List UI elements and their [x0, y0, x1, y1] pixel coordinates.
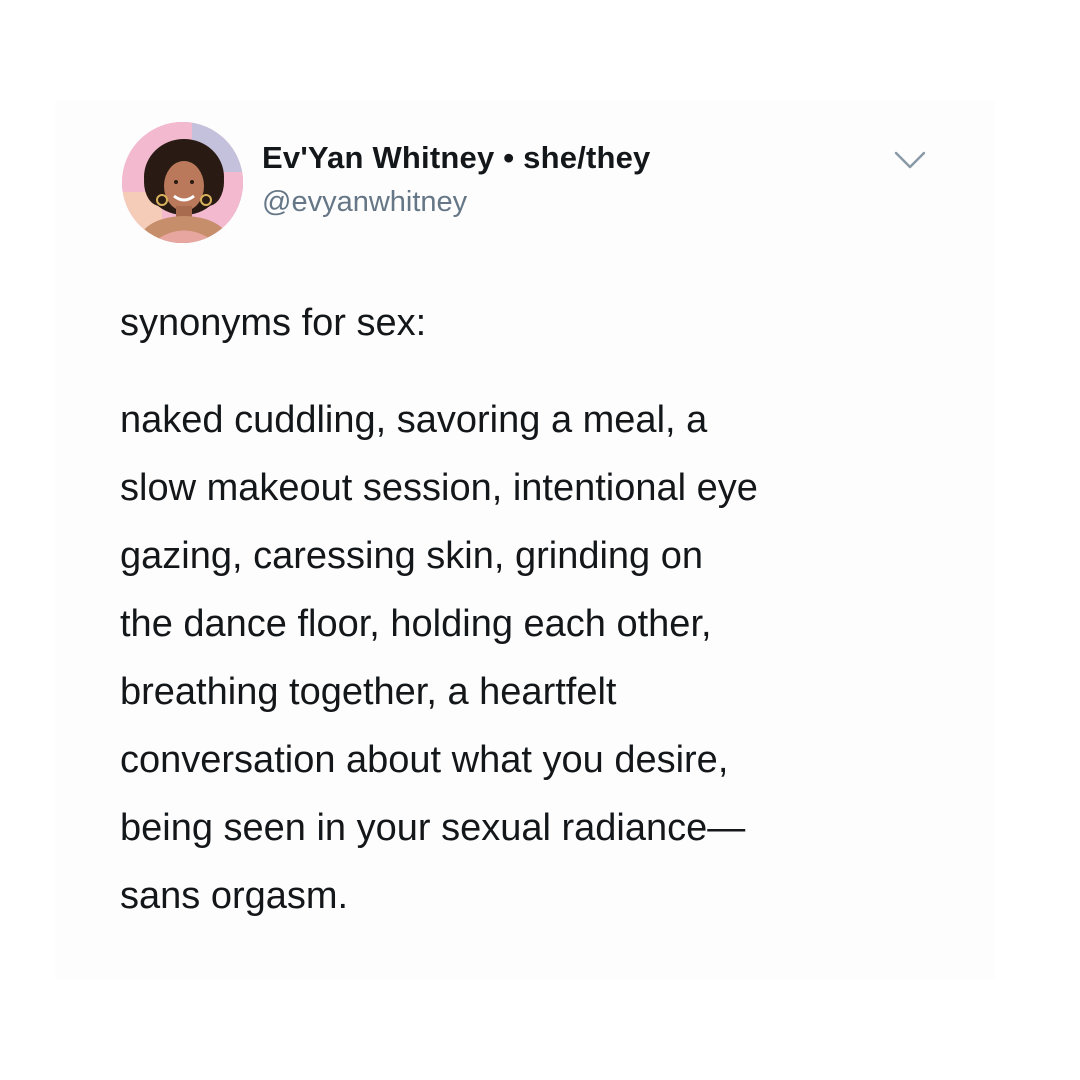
tweet-menu-button[interactable] — [893, 148, 927, 172]
tweet-intro-text: synonyms for sex: — [120, 302, 427, 344]
profile-photo-icon — [122, 122, 243, 243]
tweet-line: breathing together, a heartfelt — [120, 671, 617, 713]
author-name: Ev'Yan Whitney — [262, 140, 495, 175]
author-display-name[interactable]: Ev'Yan Whitney • she/they — [262, 140, 651, 176]
tweet-line: the dance floor, holding each other, — [120, 603, 712, 645]
chevron-down-icon — [894, 151, 926, 169]
tweet-line: being seen in your sexual radiance— — [120, 807, 746, 849]
name-separator: • — [503, 140, 515, 175]
tweet-body: naked cuddling, savoring a meal, a slow … — [120, 386, 980, 930]
tweet-line: gazing, caressing skin, grinding on — [120, 535, 704, 577]
tweet-line: conversation about what you desire, — [120, 739, 729, 781]
avatar[interactable] — [122, 122, 243, 243]
tweet-line: sans orgasm. — [120, 875, 349, 917]
tweet-line: slow makeout session, intentional eye — [120, 467, 758, 509]
author-pronouns: she/they — [523, 140, 651, 175]
tweet-line: naked cuddling, savoring a meal, a — [120, 399, 708, 441]
author-handle[interactable]: @evyanwhitney — [262, 186, 467, 219]
